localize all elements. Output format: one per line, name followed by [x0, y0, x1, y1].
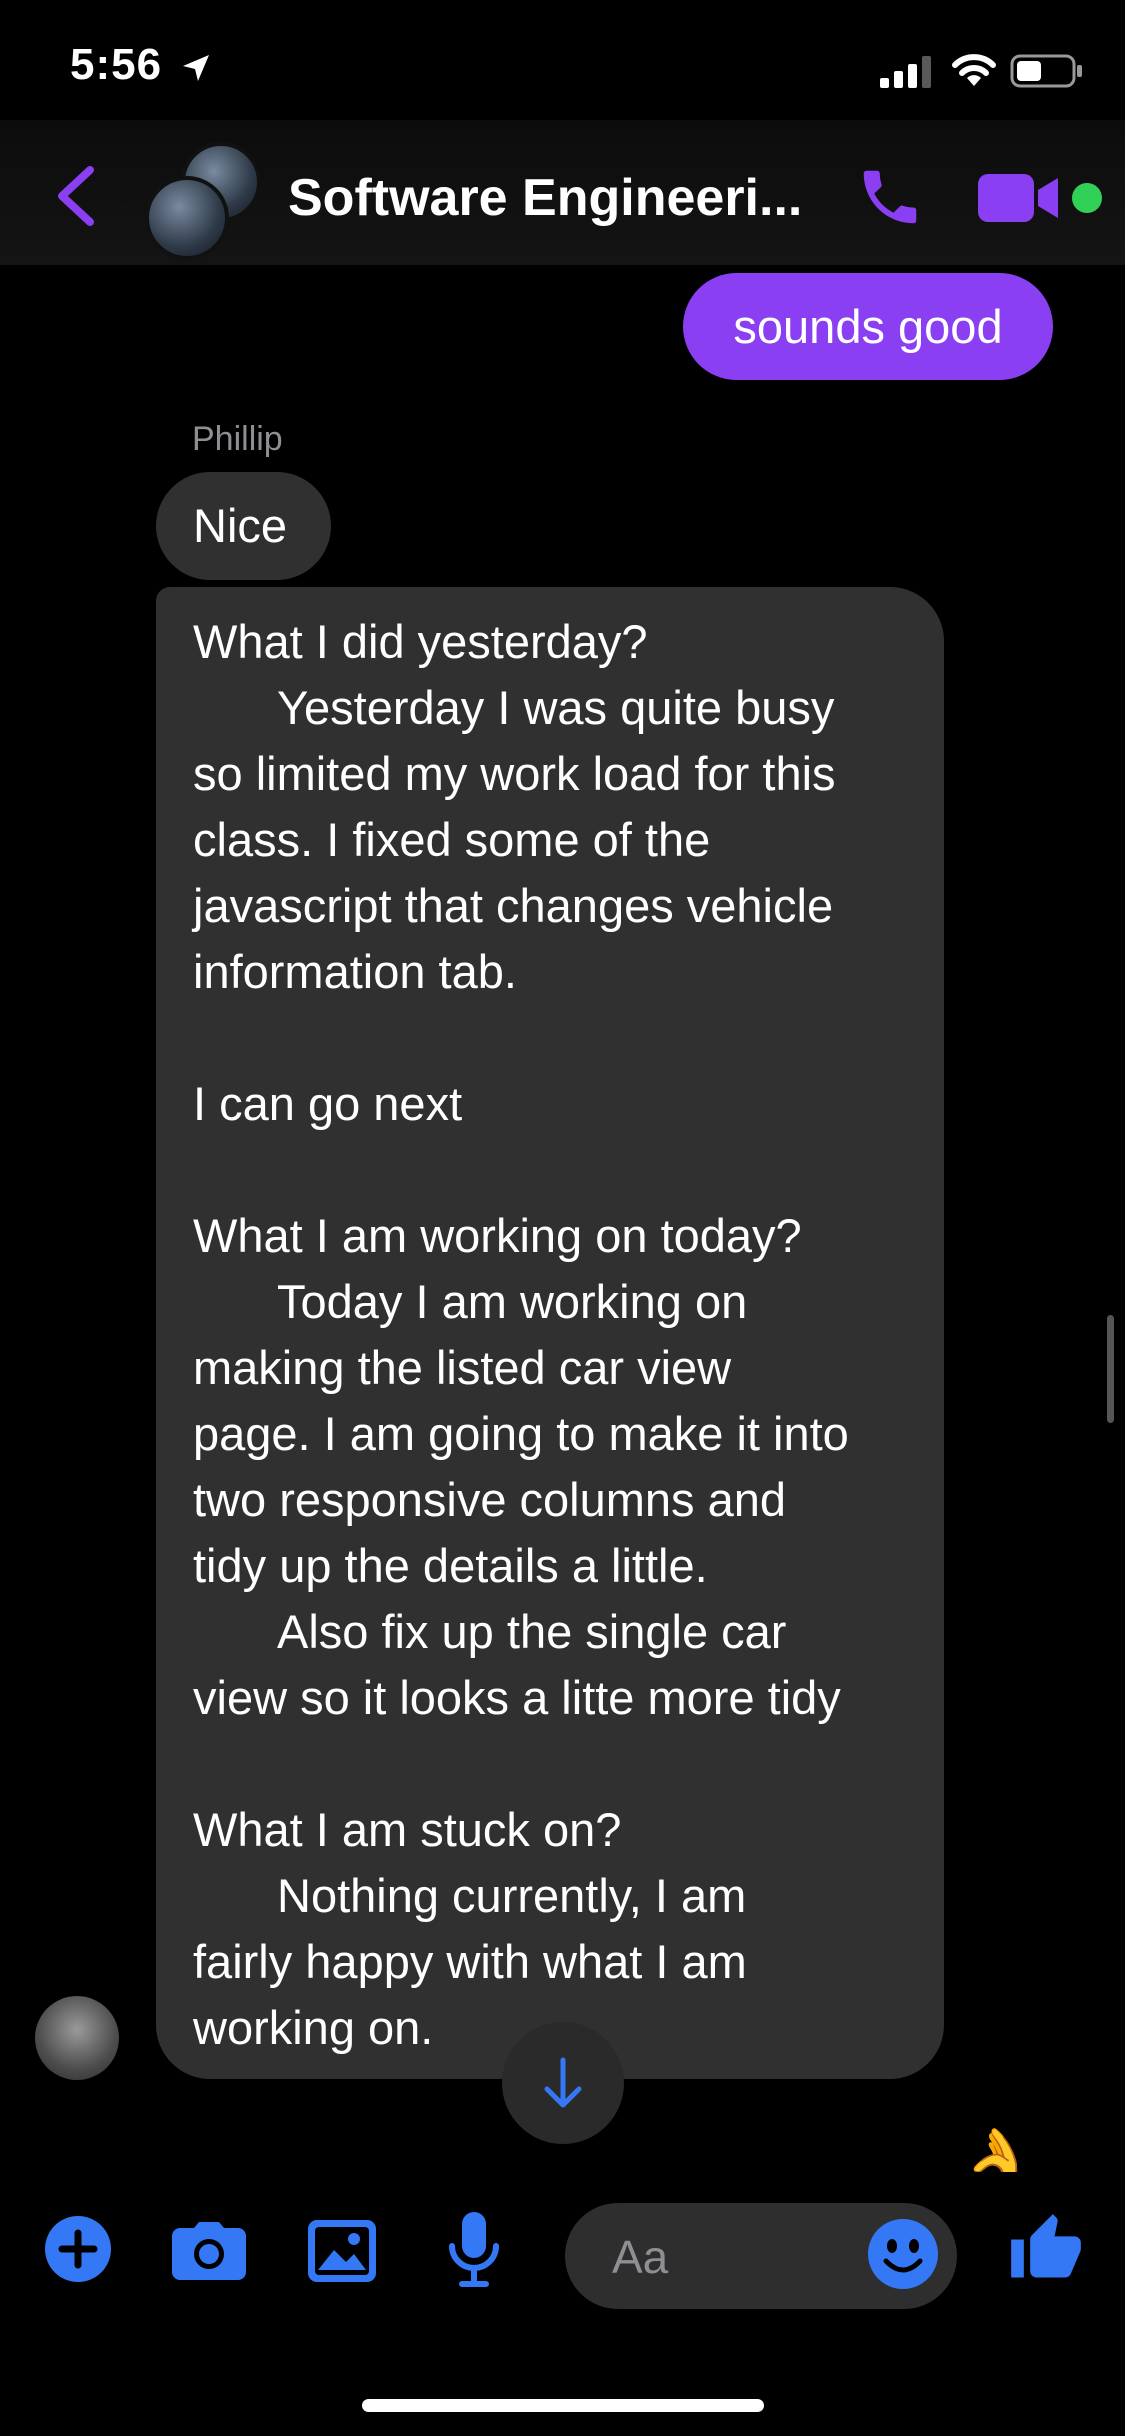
- scroll-to-bottom-button[interactable]: [502, 2022, 624, 2144]
- video-camera-icon[interactable]: [978, 172, 1062, 224]
- received-long-message-bubble[interactable]: What I did yesterday? Yesterday I was qu…: [156, 587, 944, 2079]
- microphone-icon[interactable]: [448, 2212, 500, 2288]
- message-line: two responsive columns and: [193, 1473, 787, 1526]
- message-line: tidy up the details a little.: [193, 1539, 708, 1592]
- message-line: [193, 1731, 914, 1797]
- message-input-placeholder: Aa: [612, 2231, 669, 2283]
- message-line: making the listed car view: [193, 1341, 732, 1394]
- message-line: view so it looks a litte more tidy: [193, 1671, 841, 1724]
- group-avatar[interactable]: [145, 142, 265, 260]
- location-arrow-icon: [183, 55, 209, 81]
- message-line: class. I fixed some of the: [193, 813, 711, 866]
- message-line: What I am stuck on?: [193, 1803, 622, 1856]
- message-line: page. I am going to make it into: [193, 1407, 849, 1460]
- message-line: Today I am working on: [277, 1275, 748, 1328]
- message-line: What I am working on today?: [193, 1209, 802, 1262]
- message-line: so limited my work load for this: [193, 747, 836, 800]
- down-arrow-icon: [544, 2057, 582, 2108]
- message-line: [193, 1005, 914, 1071]
- message-line: I can go next: [193, 1077, 463, 1130]
- phone-icon[interactable]: [855, 162, 925, 232]
- message-line: fairly happy with what I am: [193, 1935, 747, 1988]
- photo-icon[interactable]: [308, 2220, 376, 2282]
- message-line: Nothing currently, I am: [277, 1869, 747, 1922]
- plus-icon[interactable]: [45, 2216, 111, 2282]
- home-indicator[interactable]: [362, 2399, 764, 2412]
- sent-message-bubble[interactable]: sounds good: [683, 273, 1053, 380]
- thumbs-up-icon[interactable]: [1008, 2211, 1084, 2287]
- status-time: 5:56: [70, 40, 163, 89]
- received-message-bubble[interactable]: Nice: [156, 472, 331, 580]
- scroll-indicator[interactable]: [1107, 1315, 1114, 1423]
- sender-avatar[interactable]: [35, 1996, 119, 2080]
- chat-title[interactable]: Software Engineeri...: [288, 168, 802, 228]
- message-line: Yesterday I was quite busy: [277, 681, 835, 734]
- message-line: What I did yesterday?: [193, 615, 648, 668]
- sender-name: Phillip: [192, 420, 283, 458]
- message-line: Also fix up the single car: [277, 1605, 787, 1658]
- message-line: javascript that changes vehicle: [193, 879, 834, 932]
- back-chevron-icon[interactable]: [52, 166, 102, 226]
- smiley-icon[interactable]: [868, 2219, 938, 2289]
- group-avatar-front: [145, 176, 229, 260]
- wifi-icon: [952, 54, 996, 86]
- camera-icon[interactable]: [172, 2222, 246, 2280]
- message-line: information tab.: [193, 945, 517, 998]
- battery-icon: [1010, 54, 1082, 88]
- online-status-dot: [1072, 183, 1102, 213]
- message-line: [193, 1137, 914, 1203]
- signal-icon: [880, 56, 931, 88]
